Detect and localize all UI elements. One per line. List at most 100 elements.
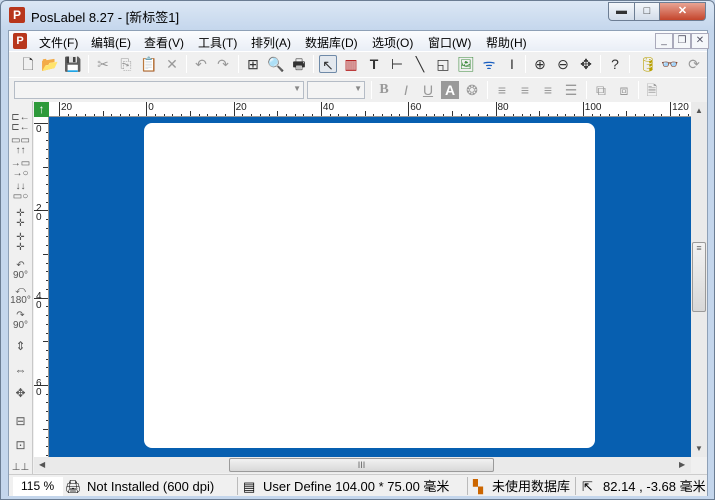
new-icon[interactable]: 🗋 — [19, 55, 37, 73]
printer-icon: 🖨 — [65, 479, 82, 494]
rotate-90-icon[interactable]: ↶ 90° — [10, 261, 31, 281]
underline-icon[interactable]: U — [419, 81, 437, 99]
vertical-scroll-thumb[interactable]: ≡ — [692, 242, 706, 312]
app-window: P PosLabel 8.27 - [新标签1] ▬ □ ✕ P 文件(F) 编… — [0, 0, 715, 500]
h-ruler-label: 0 — [148, 102, 154, 113]
same-width-icon[interactable]: ⇔ — [10, 364, 31, 376]
align-top-edges-icon[interactable]: ▭▭ ↑↑ — [10, 136, 31, 156]
mdi-restore-button[interactable]: ❐ — [673, 33, 691, 49]
center-vertical-icon[interactable]: ✛ ✛ — [10, 233, 31, 253]
vertical-scrollbar[interactable]: ▲ ≡ ▼ — [691, 102, 707, 457]
text-tool-icon[interactable]: T — [365, 55, 383, 73]
rotate-90-cw-icon[interactable]: ↷ 90° — [10, 311, 31, 331]
maximize-button[interactable]: □ — [634, 2, 660, 21]
font-combo[interactable]: ▼ — [14, 81, 304, 99]
window-title: PosLabel 8.27 - [新标签1] — [31, 10, 180, 25]
space-vertical-icon[interactable]: ⊟ — [10, 415, 31, 427]
mdi-close-button[interactable]: ✕ — [691, 33, 709, 49]
scroll-up-icon[interactable]: ▲ — [695, 106, 703, 115]
line-tool-icon[interactable]: ⊢ — [388, 55, 406, 73]
menu-help[interactable]: 帮助(H) — [486, 34, 527, 51]
align-left-edges-icon[interactable]: ⊏← ⊏← — [10, 113, 31, 133]
redo-icon[interactable]: ↷ — [214, 55, 232, 73]
italic-icon[interactable]: I — [397, 81, 415, 99]
justify-icon[interactable]: ☰ — [562, 81, 580, 99]
minimize-button[interactable]: ▬ — [608, 2, 635, 21]
print-icon[interactable]: 🖶 — [290, 55, 308, 73]
mdi-minimize-button[interactable]: _ — [655, 33, 673, 49]
rfid-tool-icon[interactable]: ᯤ — [480, 55, 498, 73]
align-left-icon[interactable]: ≡ — [493, 81, 511, 99]
text-cursor-icon[interactable]: I — [503, 55, 521, 73]
zoom-out-icon[interactable]: ⊖ — [554, 55, 572, 73]
select-tool-icon[interactable]: ↖ — [319, 55, 337, 73]
horizontal-scroll-thumb[interactable]: III — [229, 458, 494, 472]
group-icon[interactable]: ⧉ — [592, 81, 610, 99]
find-icon[interactable]: 👓 — [661, 55, 679, 73]
cut-icon[interactable]: ✂ — [94, 55, 112, 73]
menu-options[interactable]: 选项(O) — [372, 34, 413, 51]
h-ruler-label: 120 — [672, 102, 689, 113]
horizontal-scrollbar[interactable]: ◀ III ▶ — [34, 457, 691, 473]
space-horizontal-icon[interactable]: ⊡ — [10, 439, 31, 451]
ruler-tick — [233, 102, 235, 116]
page-size: User Define 104.00 * 75.00 毫米 — [263, 479, 450, 494]
align-right-edges-icon[interactable]: →▭ →○ — [10, 159, 31, 179]
h-ruler-label: 100 — [584, 102, 602, 113]
same-height-icon[interactable]: ⇕ — [10, 340, 31, 352]
menu-database[interactable]: 数据库(D) — [305, 34, 358, 51]
align-right-icon[interactable]: ≡ — [539, 81, 557, 99]
align-center-icon[interactable]: ≡ — [516, 81, 534, 99]
scroll-right-icon[interactable]: ▶ — [679, 460, 685, 469]
fit-page-icon[interactable]: ✥ — [577, 55, 595, 73]
barcode-tool-icon[interactable]: ▥ — [342, 55, 360, 73]
menu-view[interactable]: 查看(V) — [144, 34, 184, 51]
paste-icon[interactable]: 📋 — [140, 55, 158, 73]
zoom-level[interactable]: 115 % — [13, 477, 63, 496]
mdi-client: P 文件(F) 编辑(E) 查看(V) 工具(T) 排列(A) 数据库(D) 选… — [8, 30, 709, 496]
image-tool-icon[interactable]: 🖼 — [457, 55, 475, 73]
format-toolbar: ▼ ▼ B I U A ❂ ≡ ≡ ≡ ☰ ⧉ ⧈ 🗎 — [9, 77, 707, 100]
distribute-icon[interactable]: ⊥⊥ — [10, 463, 31, 473]
alignment-toolbar: ⊏← ⊏← ▭▭ ↑↑ →▭ →○ ↓↓ ▭○ ✛ ✛ ✛ ✛ ↶ 90° ⤺ 180° ↷ 90… — [9, 101, 33, 476]
page-setup-icon[interactable]: ⊞ — [244, 55, 262, 73]
help-icon[interactable]: ? — [606, 55, 624, 73]
rotate-180-icon[interactable]: ⤺ 180° — [10, 286, 31, 306]
zoom-in-icon[interactable]: ⊕ — [531, 55, 549, 73]
menu-file[interactable]: 文件(F) — [39, 34, 78, 51]
scroll-down-icon[interactable]: ▼ — [695, 444, 703, 453]
menu-arrange[interactable]: 排列(A) — [251, 34, 291, 51]
ruler-origin-up-icon[interactable]: ↑ — [34, 102, 49, 117]
refresh-icon[interactable]: ⟳ — [685, 55, 703, 73]
label-page[interactable] — [144, 123, 595, 448]
font-size-combo[interactable]: ▼ — [307, 81, 365, 99]
open-icon[interactable]: 📂 — [41, 55, 59, 73]
center-horizontal-icon[interactable]: ✛ ✛ — [10, 209, 31, 229]
print-preview-icon[interactable]: 🔍 — [267, 55, 285, 73]
font-effect-icon[interactable]: ❂ — [463, 81, 481, 99]
same-size-icon[interactable]: ✥ — [10, 387, 31, 399]
menu-bar: P 文件(F) 编辑(E) 查看(V) 工具(T) 排列(A) 数据库(D) 选… — [9, 31, 709, 51]
delete-icon[interactable]: ✕ — [163, 55, 181, 73]
inverse-text-icon[interactable]: A — [441, 81, 459, 99]
align-bottom-edges-icon[interactable]: ↓↓ ▭○ — [10, 182, 31, 202]
bold-icon[interactable]: B — [375, 81, 393, 99]
h-ruler-label: 20 — [61, 102, 73, 113]
properties-icon[interactable]: 🗎 — [643, 81, 661, 99]
undo-icon[interactable]: ↶ — [192, 55, 210, 73]
scroll-left-icon[interactable]: ◀ — [39, 460, 45, 469]
close-button[interactable]: ✕ — [659, 2, 706, 21]
menu-window[interactable]: 窗口(W) — [428, 34, 471, 51]
menu-tools[interactable]: 工具(T) — [198, 34, 237, 51]
rotate-180-label: 180° — [10, 295, 31, 306]
database-icon[interactable]: 🛢 — [639, 55, 657, 73]
copy-icon[interactable]: ⎘ — [117, 55, 135, 73]
shape-tool-icon[interactable]: ◱ — [434, 55, 452, 73]
ungroup-icon[interactable]: ⧈ — [615, 81, 633, 99]
design-canvas[interactable] — [49, 117, 691, 457]
h-ruler-label: 20 — [235, 102, 247, 113]
diagonal-line-icon[interactable]: ╲ — [411, 55, 429, 73]
menu-edit[interactable]: 编辑(E) — [91, 34, 131, 51]
save-icon[interactable]: 💾 — [64, 55, 82, 73]
printer-status: Not Installed (600 dpi) — [87, 479, 215, 494]
